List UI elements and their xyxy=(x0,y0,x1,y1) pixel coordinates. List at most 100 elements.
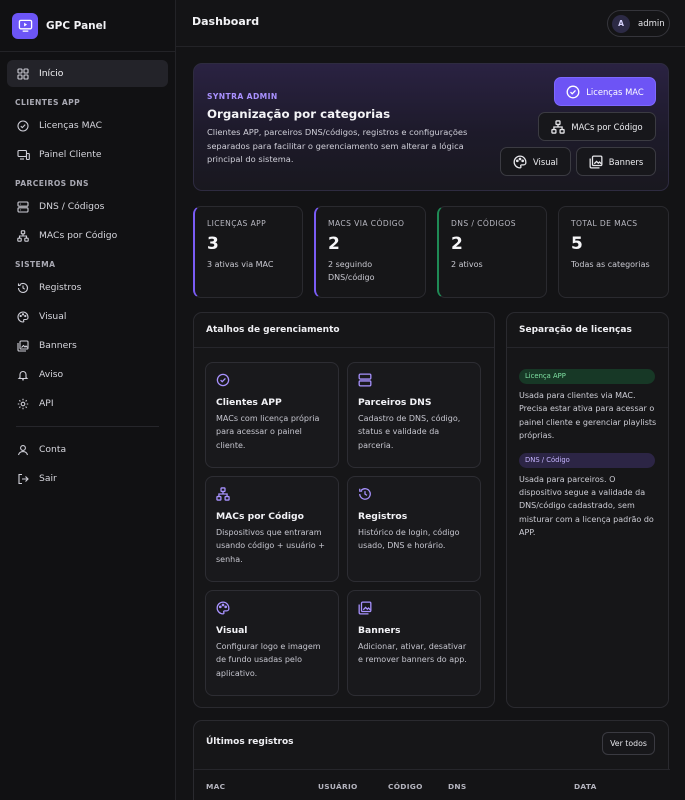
topbar: Dashboard A admin xyxy=(176,0,685,47)
nav-section-title: PARCEIROS DNS xyxy=(15,179,89,188)
tile-title: MACs por Código xyxy=(216,511,304,522)
sidebar-divider xyxy=(16,426,159,427)
network-icon xyxy=(16,229,30,243)
stat-value: 2 xyxy=(451,234,463,254)
nav-section-title: CLIENTES APP xyxy=(15,98,81,107)
panel-title: Atalhos de gerenciamento xyxy=(194,313,494,348)
stat-value: 5 xyxy=(571,234,583,254)
shortcut-clientes-app[interactable]: Clientes APP MACs com licença própria pa… xyxy=(205,362,339,468)
stat-card-licencas-app: LICENÇAS APP 3 3 ativas via MAC xyxy=(193,206,303,298)
sidebar-item-visual[interactable]: Visual xyxy=(7,303,168,330)
devices-icon xyxy=(16,148,30,162)
stat-value: 2 xyxy=(328,234,340,254)
button-label: Visual xyxy=(532,156,558,167)
app-root: GPC Panel Início CLIENTES APP Licenças M… xyxy=(0,0,685,800)
sidebar-item-label: MACs por Código xyxy=(39,230,118,241)
stat-label: MACS VIA CÓDIGO xyxy=(328,219,405,228)
column-header: CÓDIGO xyxy=(388,782,423,791)
tile-description: Configurar logo e imagem de fundo usadas… xyxy=(216,642,321,678)
nav-section-title: SISTEMA xyxy=(15,260,56,269)
server-icon xyxy=(16,200,30,214)
visual-button[interactable]: Visual xyxy=(500,147,571,176)
check-circle-icon xyxy=(566,85,580,99)
shortcuts-panel: Atalhos de gerenciamento Clientes APP MA… xyxy=(193,312,495,708)
stat-label: LICENÇAS APP xyxy=(207,219,267,228)
hero-banner: SYNTRA ADMIN Organização por categorias … xyxy=(193,63,669,191)
images-icon xyxy=(589,155,603,169)
stat-label: DNS / CÓDIGOS xyxy=(451,219,516,228)
palette-icon xyxy=(216,601,232,617)
tile-title: Registros xyxy=(358,511,408,522)
panel-title: Separação de licenças xyxy=(507,313,668,348)
sidebar: GPC Panel Início CLIENTES APP Licenças M… xyxy=(0,0,176,800)
shortcut-banners[interactable]: Banners Adicionar, ativar, desativar e r… xyxy=(347,590,481,696)
palette-icon xyxy=(513,155,527,169)
tile-description: Histórico de login, código usado, DNS e … xyxy=(358,528,460,551)
tile-description: MACs com licença própria para acessar o … xyxy=(216,414,320,450)
stat-label: TOTAL DE MACS xyxy=(571,219,638,228)
separation-content: Licença APP Usada para clientes via MAC.… xyxy=(519,363,659,540)
history-icon xyxy=(358,487,374,503)
tile-title: Visual xyxy=(216,625,248,636)
tile-title: Clientes APP xyxy=(216,397,282,408)
separation-text-dns: Usada para parceiros. O dispositivo segu… xyxy=(519,474,654,538)
hero-title: Organização por categorias xyxy=(207,107,391,121)
button-label: Licenças MAC xyxy=(586,86,644,97)
sidebar-item-label: Conta xyxy=(39,444,67,455)
grid-icon xyxy=(16,67,30,81)
shortcut-registros[interactable]: Registros Histórico de login, código usa… xyxy=(347,476,481,582)
sidebar-item-licencas-mac[interactable]: Licenças MAC xyxy=(7,112,168,139)
stat-sub: Todas as categorias xyxy=(571,260,650,269)
brand-name: GPC Panel xyxy=(46,19,107,32)
bell-icon xyxy=(16,368,30,382)
sidebar-item-label: DNS / Códigos xyxy=(39,201,105,212)
images-icon xyxy=(358,601,374,617)
sidebar-item-dns-codigos[interactable]: DNS / Códigos xyxy=(7,193,168,220)
macs-por-codigo-button[interactable]: MACs por Código xyxy=(538,112,656,141)
panel-title: Últimos registros xyxy=(206,737,294,747)
column-header: DATA xyxy=(574,782,597,791)
check-circle-icon xyxy=(16,119,30,133)
column-header: MAC xyxy=(206,782,226,791)
user-name: admin xyxy=(638,18,665,29)
sidebar-item-macs-por-codigo[interactable]: MACs por Código xyxy=(7,222,168,249)
sidebar-item-api[interactable]: API xyxy=(7,390,168,417)
badge-dns-codigo: DNS / Código xyxy=(519,452,655,468)
network-icon xyxy=(551,119,566,134)
brand[interactable]: GPC Panel xyxy=(0,0,175,52)
shortcut-visual[interactable]: Visual Configurar logo e imagem de fundo… xyxy=(205,590,339,696)
shortcut-macs-por-codigo[interactable]: MACs por Código Dispositivos que entrara… xyxy=(205,476,339,582)
records-panel: Últimos registros Ver todos MAC USUÁRIO … xyxy=(193,720,670,800)
sidebar-item-registros[interactable]: Registros xyxy=(7,274,168,301)
tile-title: Banners xyxy=(358,625,401,636)
sidebar-item-label: Banners xyxy=(39,340,77,351)
tile-description: Cadastro de DNS, código, status e valida… xyxy=(358,414,461,450)
history-icon xyxy=(16,281,30,295)
banners-button[interactable]: Banners xyxy=(576,147,656,176)
column-header: DNS xyxy=(448,782,467,791)
stat-sub: 3 ativas via MAC xyxy=(207,260,274,269)
licencas-mac-button[interactable]: Licenças MAC xyxy=(554,77,656,106)
button-label: Banners xyxy=(608,156,644,167)
network-icon xyxy=(216,487,232,503)
sidebar-item-sair[interactable]: Sair xyxy=(7,465,168,492)
sidebar-item-inicio[interactable]: Início xyxy=(7,60,168,87)
sidebar-item-label: Licenças MAC xyxy=(39,120,103,131)
view-all-button[interactable]: Ver todos xyxy=(602,732,655,755)
user-menu-button[interactable]: A admin xyxy=(607,10,670,37)
sidebar-item-label: Início xyxy=(39,68,64,79)
stat-card-total-macs: TOTAL DE MACS 5 Todas as categorias xyxy=(558,206,669,298)
page-title: Dashboard xyxy=(192,15,260,28)
shortcut-parceiros-dns[interactable]: Parceiros DNS Cadastro de DNS, código, s… xyxy=(347,362,481,468)
sidebar-item-conta[interactable]: Conta xyxy=(7,436,168,463)
sidebar-item-banners[interactable]: Banners xyxy=(7,332,168,359)
logout-icon xyxy=(16,472,30,486)
sidebar-item-painel-cliente[interactable]: Painel Cliente xyxy=(7,141,168,168)
tile-description: Dispositivos que entraram usando código … xyxy=(216,528,325,564)
images-icon xyxy=(16,339,30,353)
records-table-header: MAC USUÁRIO CÓDIGO DNS DATA xyxy=(194,769,670,800)
stat-sub: 2 seguindo DNS/código xyxy=(328,260,375,282)
gear-icon xyxy=(16,397,30,411)
sidebar-item-label: API xyxy=(39,398,54,409)
sidebar-item-aviso[interactable]: Aviso xyxy=(7,361,168,388)
